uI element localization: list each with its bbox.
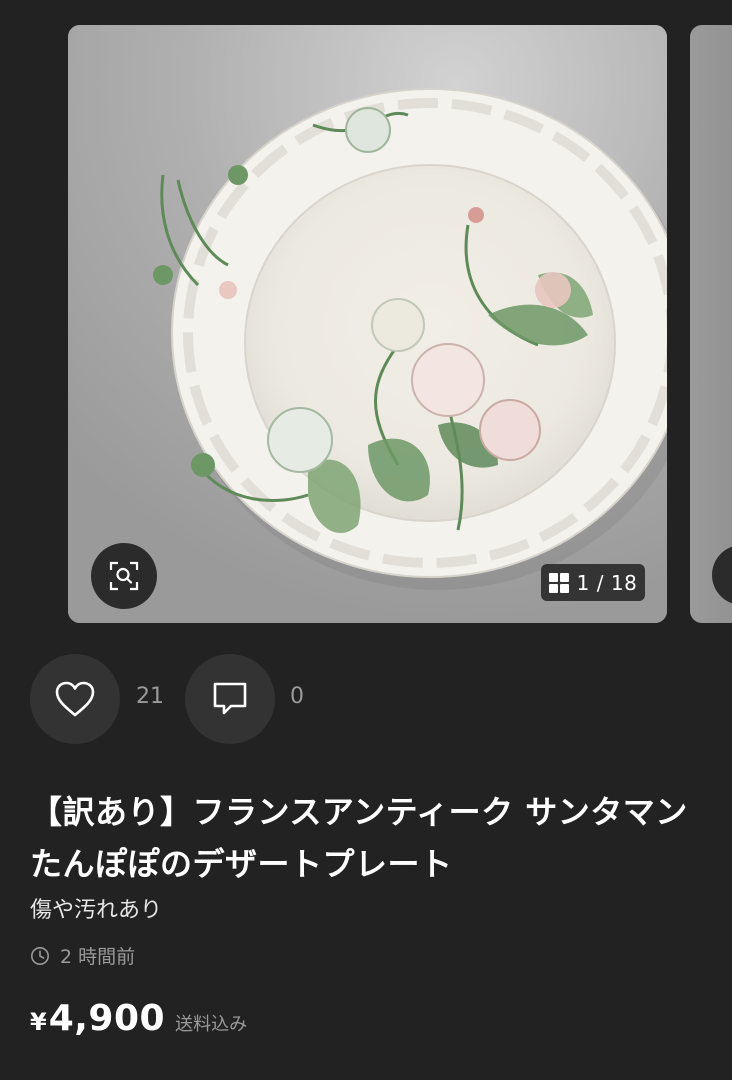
price-value: 4,900 [48, 998, 166, 1039]
plate-illustration [68, 25, 667, 623]
item-title: 【訳あり】フランスアンティーク サンタマン たんぽぽのデザートプレート [30, 793, 688, 883]
comment-icon [213, 682, 247, 715]
comment-button[interactable] [185, 654, 275, 744]
product-image[interactable] [68, 25, 667, 623]
posted-time-text: 2 時間前 [60, 946, 136, 968]
clock-icon [31, 946, 49, 965]
posted-time: 2 時間前 [30, 942, 135, 969]
shipping-note: 送料込み [175, 1014, 248, 1035]
price: ¥ 4,900 送料込み [30, 998, 247, 1039]
image-carousel[interactable]: 1 / 18 [0, 0, 732, 640]
next-image-button[interactable] [712, 545, 732, 605]
zoom-search-icon [109, 561, 139, 591]
comment-count: 0 [290, 684, 304, 709]
item-subtitle: 傷や汚れあり [30, 898, 163, 923]
currency-symbol: ¥ [30, 1008, 47, 1036]
grid-icon [548, 572, 569, 593]
heart-icon [55, 681, 95, 717]
zoom-button[interactable] [91, 543, 157, 609]
like-count: 21 [136, 684, 164, 709]
action-bar: 21 0 [30, 654, 710, 744]
next-product-image[interactable] [690, 25, 732, 623]
like-button[interactable] [30, 654, 120, 744]
image-counter[interactable]: 1 / 18 [541, 564, 645, 601]
image-counter-text: 1 / 18 [576, 570, 638, 595]
